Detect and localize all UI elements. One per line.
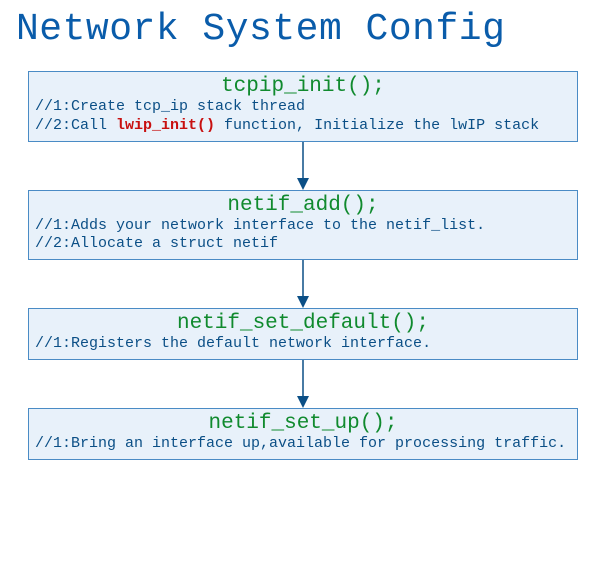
fn-name: tcpip_init(); — [35, 75, 571, 98]
node-netif-set-default: netif_set_default(); //1:Registers the d… — [28, 308, 578, 360]
fn-name: netif_set_default(); — [35, 312, 571, 335]
page-title: Network System Config — [0, 0, 606, 51]
flowchart: tcpip_init(); //1:Create tcp_ip stack th… — [0, 51, 606, 476]
comment-line: //1:Registers the default network interf… — [35, 335, 571, 354]
node-netif-set-up: netif_set_up(); //1:Bring an interface u… — [28, 408, 578, 460]
highlight-fn: lwip_init() — [116, 117, 215, 134]
node-netif-add: netif_add(); //1:Adds your network inter… — [28, 190, 578, 261]
comment-line: //1:Create tcp_ip stack thread — [35, 98, 571, 117]
comment-line: //2:Call lwip_init() function, Initializ… — [35, 117, 571, 136]
comment-line: //1:Adds your network interface to the n… — [35, 217, 571, 236]
fn-name: netif_add(); — [35, 194, 571, 217]
fn-name: netif_set_up(); — [35, 412, 571, 435]
arrow-down-icon — [28, 260, 578, 308]
arrow-down-icon — [28, 360, 578, 408]
comment-line: //1:Bring an interface up,available for … — [35, 435, 571, 454]
node-tcpip-init: tcpip_init(); //1:Create tcp_ip stack th… — [28, 71, 578, 142]
arrow-down-icon — [28, 142, 578, 190]
comment-line: //2:Allocate a struct netif — [35, 235, 571, 254]
